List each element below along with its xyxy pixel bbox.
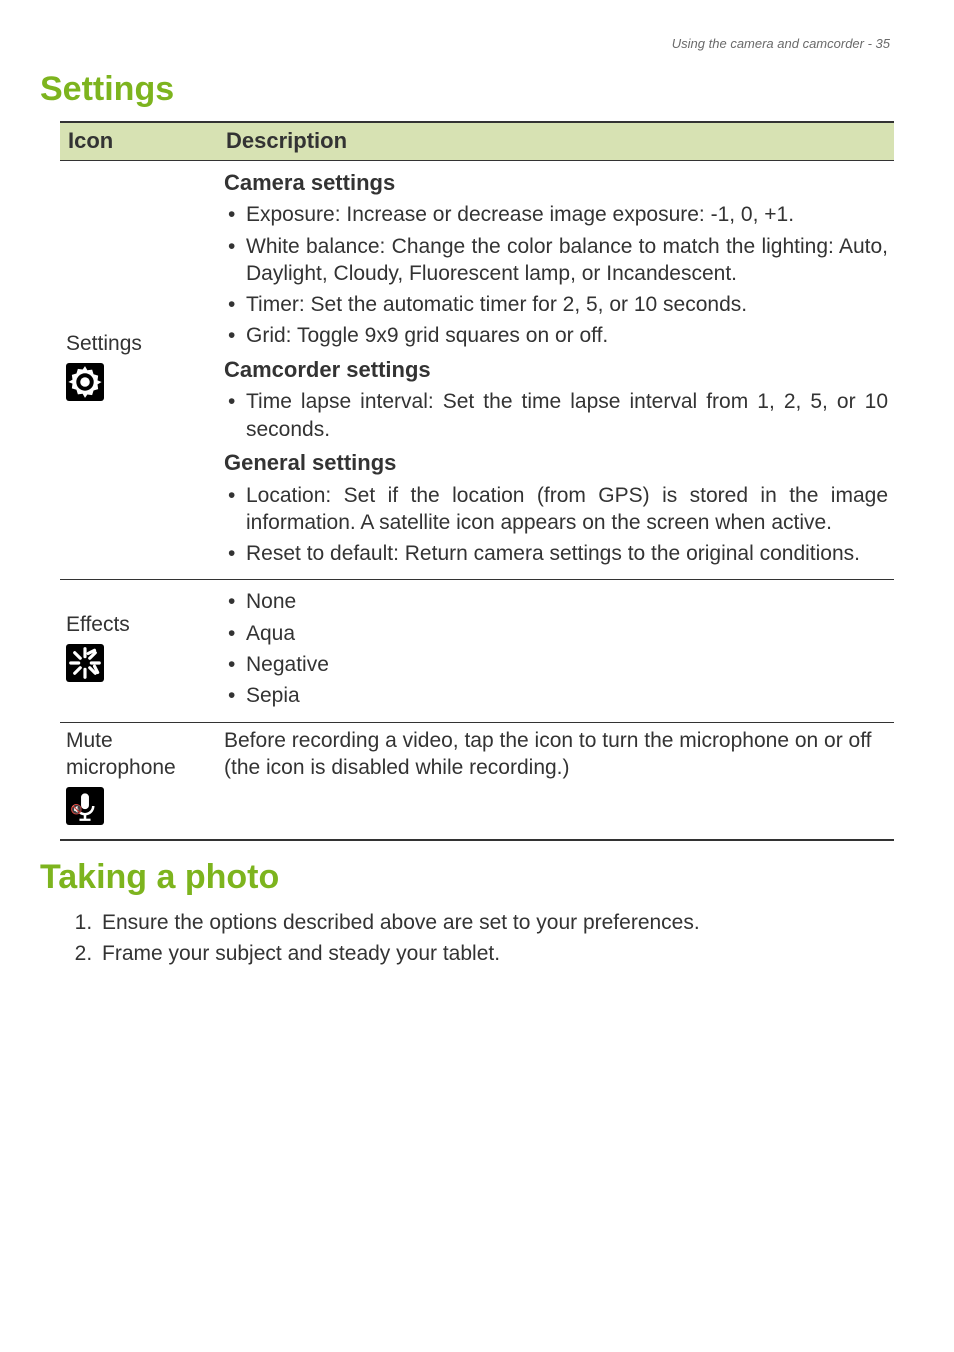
th-description: Description xyxy=(218,122,894,160)
mute-description-text: Before recording a video, tap the icon t… xyxy=(224,729,872,779)
microphone-icon: 🔇 xyxy=(66,787,104,825)
icon-cell-mute: Mute microphone 🔇 xyxy=(60,722,218,839)
general-settings-list: Location: Set if the location (from GPS)… xyxy=(224,482,888,568)
icon-cell-settings: Settings xyxy=(60,160,218,580)
general-settings-heading: General settings xyxy=(224,449,888,478)
camcorder-settings-list: Time lapse interval: Set the time lapse … xyxy=(224,388,888,443)
desc-cell-settings: Camera settings Exposure: Increase or de… xyxy=(218,160,894,580)
list-item: None xyxy=(224,588,888,615)
table-row: Settings Camera settings Exposure: Incre… xyxy=(60,160,894,580)
svg-text:🔇: 🔇 xyxy=(71,804,83,816)
taking-photo-steps: Ensure the options described above are s… xyxy=(98,909,894,968)
list-item: Time lapse interval: Set the time lapse … xyxy=(224,388,888,443)
step-item: Frame your subject and steady your table… xyxy=(98,940,894,967)
table-row: Mute microphone 🔇 Before recording a vid… xyxy=(60,722,894,839)
list-item: Sepia xyxy=(224,682,888,709)
list-item: Reset to default: Return camera settings… xyxy=(224,540,888,567)
list-item: Exposure: Increase or decrease image exp… xyxy=(224,201,888,228)
mute-row-label: Mute microphone xyxy=(66,727,212,782)
gear-icon xyxy=(66,363,104,401)
effects-icon xyxy=(66,644,104,682)
th-icon: Icon xyxy=(60,122,218,160)
taking-photo-heading: Taking a photo xyxy=(40,855,894,899)
camera-settings-list: Exposure: Increase or decrease image exp… xyxy=(224,201,888,349)
effects-row-label: Effects xyxy=(66,611,212,638)
table-row: Effects None Aqua Negative Sepia xyxy=(60,580,894,722)
settings-table: Icon Description Settings Camera setting… xyxy=(60,121,894,840)
effects-list: None Aqua Negative Sepia xyxy=(224,588,888,709)
page-header-right: Using the camera and camcorder - 35 xyxy=(40,36,894,53)
list-item: Aqua xyxy=(224,620,888,647)
list-item: White balance: Change the color balance … xyxy=(224,233,888,288)
desc-cell-effects: None Aqua Negative Sepia xyxy=(218,580,894,722)
step-item: Ensure the options described above are s… xyxy=(98,909,894,936)
settings-heading: Settings xyxy=(40,67,894,111)
desc-cell-mute: Before recording a video, tap the icon t… xyxy=(218,722,894,839)
camera-settings-heading: Camera settings xyxy=(224,169,888,198)
list-item: Timer: Set the automatic timer for 2, 5,… xyxy=(224,291,888,318)
camcorder-settings-heading: Camcorder settings xyxy=(224,356,888,385)
icon-cell-effects: Effects xyxy=(60,580,218,722)
list-item: Location: Set if the location (from GPS)… xyxy=(224,482,888,537)
list-item: Negative xyxy=(224,651,888,678)
list-item: Grid: Toggle 9x9 grid squares on or off. xyxy=(224,322,888,349)
settings-row-label: Settings xyxy=(66,330,212,357)
